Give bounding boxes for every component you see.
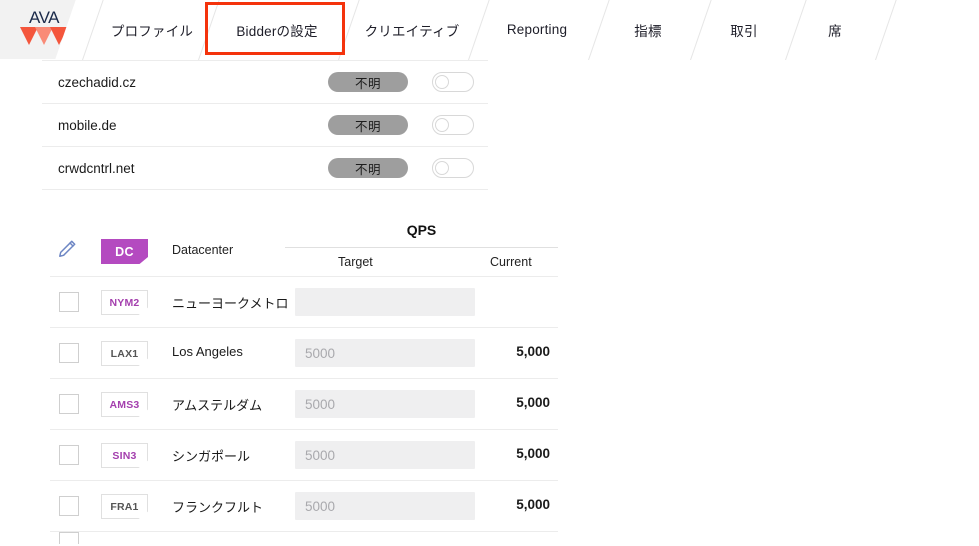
domain-name: mobile.de <box>58 117 117 133</box>
status-badge: 不明 <box>328 115 408 135</box>
table-row-partial[interactable] <box>50 532 558 546</box>
row-checkbox[interactable] <box>59 292 79 312</box>
toggle-knob <box>435 161 449 175</box>
qps-current-value: 5,000 <box>516 395 550 410</box>
table-row[interactable]: FRA1 フランクフルト 5,000 <box>50 480 558 532</box>
qps-table-header: DC Datacenter QPS Target Current <box>50 220 558 276</box>
datacenter-name: フランクフルト <box>172 500 264 515</box>
tab-creative[interactable]: クリエイティブ <box>352 0 472 59</box>
row-checkbox[interactable] <box>59 445 79 465</box>
domain-name: czechadid.cz <box>58 74 137 90</box>
logo-tab[interactable]: AVA <box>0 0 84 59</box>
datacenter-name: シンガポール <box>172 449 251 464</box>
logo-text: AVA <box>29 8 60 27</box>
domain-name: crwdcntrl.net <box>58 160 135 176</box>
row-checkbox[interactable] <box>59 496 79 516</box>
domain-row[interactable]: czechadid.cz 不明 <box>42 60 488 104</box>
dc-code-badge: SIN3 <box>101 443 148 468</box>
table-row[interactable]: SIN3 シンガポール 5,000 <box>50 429 558 480</box>
qps-target-input[interactable] <box>295 441 475 469</box>
status-badge: 不明 <box>328 72 408 92</box>
datacenter-name: Los Angeles <box>172 344 243 359</box>
datacenter-name: アムステルダム <box>172 398 263 413</box>
tab-seats[interactable]: 席 <box>792 0 878 59</box>
tab-deals[interactable]: 取引 <box>700 0 788 59</box>
page-content: czechadid.cz 不明 mobile.de 不明 crwdcntrl.n… <box>0 60 979 545</box>
tab-reporting[interactable]: Reporting <box>482 0 592 59</box>
table-row[interactable]: LAX1 Los Angeles 5,000 <box>50 327 558 378</box>
dc-tag-badge: DC <box>101 239 148 264</box>
tab-metrics[interactable]: 指標 <box>602 0 694 59</box>
main-tab-bar: AVA プロファイル Bidderの設定 クリエイティブ Reporting 指… <box>0 0 979 61</box>
row-checkbox[interactable] <box>59 394 79 414</box>
tab-profile[interactable]: プロファイル <box>100 0 204 59</box>
qps-target-input[interactable] <box>295 288 475 316</box>
domain-row[interactable]: crwdcntrl.net 不明 <box>42 147 488 190</box>
pencil-icon[interactable] <box>56 238 78 260</box>
table-row[interactable]: NYM2 ニューヨークメトロ <box>50 276 558 327</box>
row-checkbox[interactable] <box>59 343 79 363</box>
dc-code-badge: FRA1 <box>101 494 148 519</box>
qps-header-rule <box>285 247 558 248</box>
column-header-datacenter: Datacenter <box>172 243 234 257</box>
column-header-target: Target <box>338 255 373 269</box>
datacenter-name: ニューヨークメトロ <box>172 296 289 311</box>
domain-toggle[interactable] <box>432 115 474 135</box>
dc-code-badge: LAX1 <box>101 341 148 366</box>
qps-current-value: 5,000 <box>516 446 550 461</box>
domain-toggle[interactable] <box>432 158 474 178</box>
row-checkbox[interactable] <box>59 532 79 544</box>
domain-row[interactable]: mobile.de 不明 <box>42 104 488 147</box>
qps-target-input[interactable] <box>295 339 475 367</box>
dc-code-badge: AMS3 <box>101 392 148 417</box>
table-row[interactable]: AMS3 アムステルダム 5,000 <box>50 378 558 429</box>
column-group-header-qps: QPS <box>406 222 437 238</box>
toggle-knob <box>435 75 449 89</box>
qps-table: DC Datacenter QPS Target Current NYM2 ニュ… <box>50 220 558 546</box>
dc-code-badge: NYM2 <box>101 290 148 315</box>
tab-bidder-settings[interactable]: Bidderの設定 <box>212 0 342 59</box>
status-badge: 不明 <box>328 158 408 178</box>
domain-toggle[interactable] <box>432 72 474 92</box>
domain-list: czechadid.cz 不明 mobile.de 不明 crwdcntrl.n… <box>42 60 488 190</box>
qps-current-value: 5,000 <box>516 497 550 512</box>
qps-target-input[interactable] <box>295 390 475 418</box>
qps-target-input[interactable] <box>295 492 475 520</box>
toggle-knob <box>435 118 449 132</box>
column-header-current: Current <box>490 255 532 269</box>
qps-current-value: 5,000 <box>516 344 550 359</box>
